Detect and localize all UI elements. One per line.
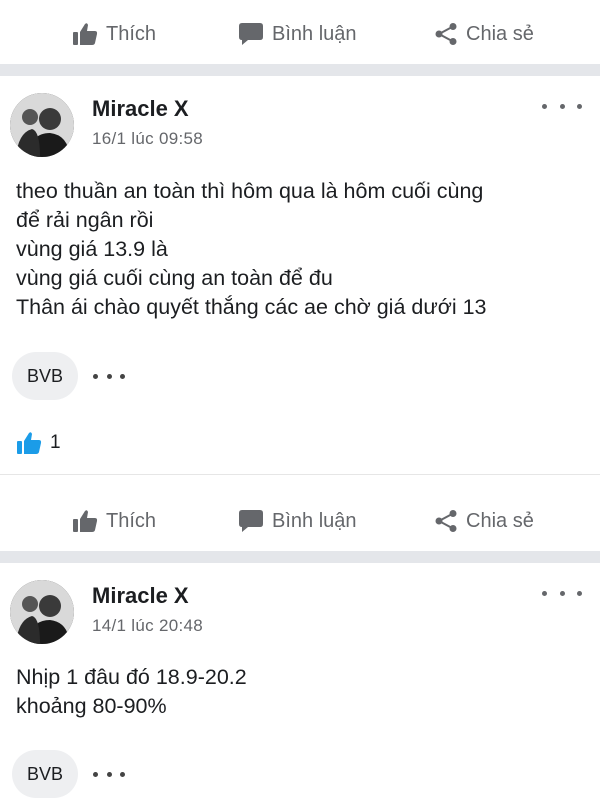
stock-tag-button[interactable]: BVB xyxy=(12,352,78,400)
like-count: 1 xyxy=(50,432,61,453)
tag-more-button[interactable] xyxy=(93,366,125,386)
like-reaction-icon xyxy=(17,432,42,454)
share-icon xyxy=(435,23,457,45)
like-label: Thích xyxy=(106,22,157,45)
like-label: Thích xyxy=(106,509,157,532)
comment-bubble-icon xyxy=(239,23,263,45)
thumbs-up-icon xyxy=(73,510,98,532)
reaction-summary[interactable]: 1 xyxy=(16,431,61,455)
share-button[interactable]: Chia sẻ xyxy=(434,509,534,533)
stock-tag-button[interactable]: BVB xyxy=(12,750,78,798)
comment-button[interactable]: Bình luận xyxy=(238,22,357,46)
share-label: Chia sẻ xyxy=(466,509,534,532)
comment-label: Bình luận xyxy=(272,509,357,532)
comment-bubble-icon xyxy=(239,510,263,532)
section-divider xyxy=(0,64,600,76)
action-bar-top: Thích Bình luận Chia sẻ xyxy=(0,4,600,64)
reaction-divider xyxy=(0,474,600,475)
post-timestamp[interactable]: 14/1 lúc 20:48 xyxy=(92,616,203,636)
comment-label: Bình luận xyxy=(272,22,357,45)
post-content: theo thuần an toàn thì hôm qua là hôm cu… xyxy=(16,179,487,319)
post-author[interactable]: Miracle X xyxy=(92,96,189,122)
more-options-button[interactable] xyxy=(542,96,582,116)
post-timestamp[interactable]: 16/1 lúc 09:58 xyxy=(92,129,203,149)
thumbs-up-icon xyxy=(73,23,98,45)
share-label: Chia sẻ xyxy=(466,22,534,45)
avatar[interactable] xyxy=(10,93,74,157)
post-card: Miracle X 16/1 lúc 09:58 theo thuần an t… xyxy=(0,76,600,476)
action-bar-post-1: Thích Bình luận Chia sẻ xyxy=(0,491,600,551)
more-options-icon xyxy=(542,103,547,109)
tag-more-icon xyxy=(93,771,98,777)
like-button[interactable]: Thích xyxy=(72,509,156,533)
share-icon xyxy=(435,510,457,532)
section-divider xyxy=(0,551,600,563)
avatar-image xyxy=(10,580,74,644)
like-button[interactable]: Thích xyxy=(72,22,156,46)
more-options-icon xyxy=(542,590,547,596)
tag-more-button[interactable] xyxy=(93,764,125,784)
post-content: Nhịp 1 đâu đó 18.9-20.2 khoảng 80-90% xyxy=(16,665,247,718)
avatar-image xyxy=(10,93,74,157)
share-button[interactable]: Chia sẻ xyxy=(434,22,534,46)
tag-more-icon xyxy=(93,373,98,379)
post-author[interactable]: Miracle X xyxy=(92,583,189,609)
avatar[interactable] xyxy=(10,580,74,644)
more-options-button[interactable] xyxy=(542,583,582,603)
post-card: Miracle X 14/1 lúc 20:48 Nhịp 1 đâu đó 1… xyxy=(0,563,600,800)
comment-button[interactable]: Bình luận xyxy=(238,509,357,533)
